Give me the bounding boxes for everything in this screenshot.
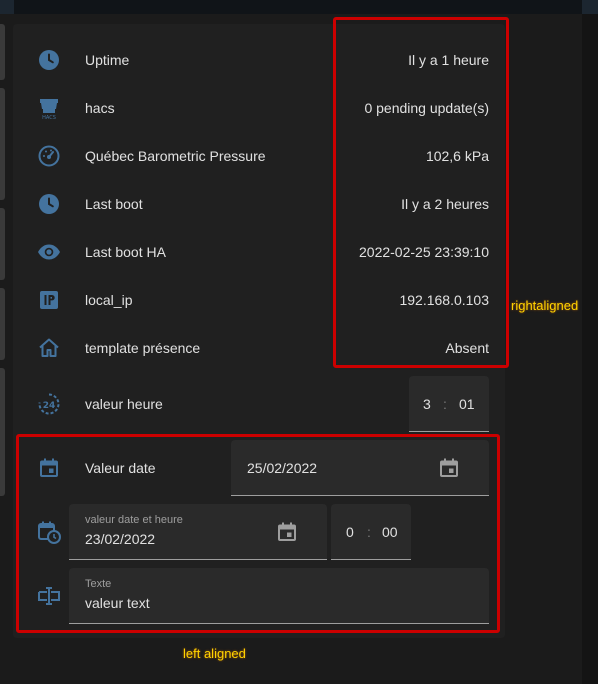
time-input[interactable]: 3 : 01 <box>409 376 489 432</box>
annotation-box-right <box>333 17 509 368</box>
top-bar-inner <box>14 0 582 14</box>
entity-row-time: 24 valeur heure 3 : 01 <box>13 376 505 432</box>
left-panel-strip <box>0 208 5 280</box>
entity-label: valeur heure <box>85 396 163 412</box>
ip-icon <box>37 288 61 312</box>
entity-label: Québec Barometric Pressure <box>85 148 266 164</box>
clock-24-icon: 24 <box>37 392 61 416</box>
svg-text:24: 24 <box>43 401 56 411</box>
annotation-label-right: rightaligned <box>511 298 579 313</box>
left-panel-strip <box>0 24 5 80</box>
entity-label: Last boot HA <box>85 244 166 260</box>
entity-label: local_ip <box>85 292 133 308</box>
left-panel-strip <box>0 368 5 496</box>
annotation-label-left: left aligned <box>183 646 246 661</box>
home-icon <box>37 336 61 360</box>
eye-icon <box>37 240 61 264</box>
hacs-icon: HACS <box>37 96 61 120</box>
time-separator: : <box>443 396 447 412</box>
svg-text:HACS: HACS <box>42 115 56 120</box>
minute-input[interactable]: 01 <box>459 396 475 412</box>
entity-label: Last boot <box>85 196 143 212</box>
top-bar <box>0 0 598 14</box>
left-panel-strip <box>0 88 5 200</box>
clock-icon <box>37 48 61 72</box>
entity-label: hacs <box>85 100 115 116</box>
clock-icon <box>37 192 61 216</box>
entity-label: template présence <box>85 340 201 356</box>
entity-label: Uptime <box>85 52 130 68</box>
gauge-icon <box>37 144 61 168</box>
hour-input[interactable]: 3 <box>423 396 431 412</box>
right-pane <box>582 14 598 684</box>
left-panel-strip <box>0 288 5 360</box>
annotation-box-left <box>16 434 500 633</box>
